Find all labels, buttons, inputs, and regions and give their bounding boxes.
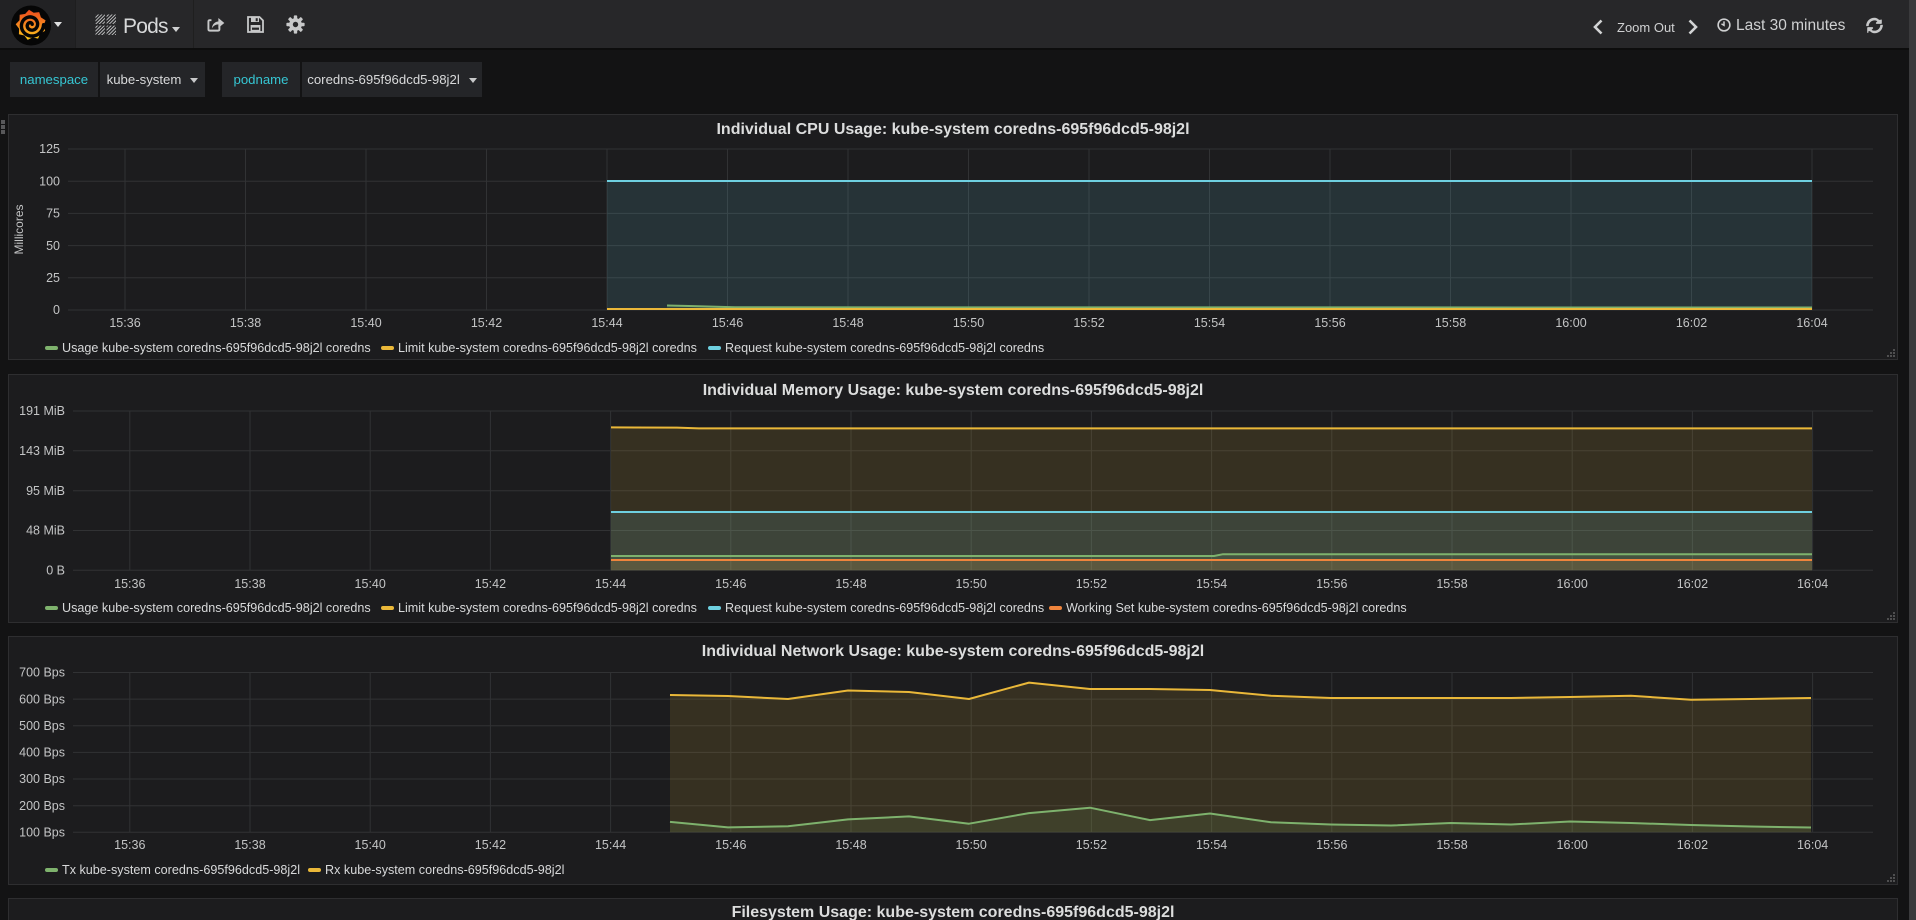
svg-text:16:04: 16:04 <box>1796 316 1827 330</box>
svg-text:0 B: 0 B <box>46 564 65 578</box>
svg-text:15:44: 15:44 <box>595 577 626 591</box>
svg-text:15:38: 15:38 <box>234 577 265 591</box>
svg-text:15:44: 15:44 <box>591 316 622 330</box>
svg-text:15:40: 15:40 <box>355 577 386 591</box>
svg-text:15:38: 15:38 <box>234 838 265 852</box>
svg-text:15:52: 15:52 <box>1076 838 1107 852</box>
svg-text:700 Bps: 700 Bps <box>19 666 65 680</box>
svg-text:15:54: 15:54 <box>1196 577 1227 591</box>
svg-text:75: 75 <box>46 207 60 221</box>
svg-text:15:58: 15:58 <box>1436 838 1467 852</box>
svg-text:15:42: 15:42 <box>475 838 506 852</box>
svg-text:15:44: 15:44 <box>595 838 626 852</box>
svg-text:15:46: 15:46 <box>715 577 746 591</box>
svg-text:15:48: 15:48 <box>832 316 863 330</box>
svg-text:16:02: 16:02 <box>1677 838 1708 852</box>
svg-text:16:00: 16:00 <box>1557 577 1588 591</box>
svg-text:15:56: 15:56 <box>1314 316 1345 330</box>
svg-text:15:54: 15:54 <box>1194 316 1225 330</box>
svg-text:0: 0 <box>53 303 60 317</box>
svg-text:16:02: 16:02 <box>1676 316 1707 330</box>
svg-text:25: 25 <box>46 271 60 285</box>
svg-text:15:50: 15:50 <box>956 577 987 591</box>
svg-text:48 MiB: 48 MiB <box>26 524 65 538</box>
svg-text:15:46: 15:46 <box>712 316 743 330</box>
svg-text:16:04: 16:04 <box>1797 838 1828 852</box>
svg-text:100: 100 <box>39 174 60 188</box>
svg-text:16:04: 16:04 <box>1797 577 1828 591</box>
svg-text:200 Bps: 200 Bps <box>19 799 65 813</box>
svg-text:15:56: 15:56 <box>1316 577 1347 591</box>
svg-text:191 MiB: 191 MiB <box>19 404 65 418</box>
svg-text:16:00: 16:00 <box>1557 838 1588 852</box>
svg-text:15:36: 15:36 <box>114 577 145 591</box>
svg-text:15:40: 15:40 <box>350 316 381 330</box>
svg-text:500 Bps: 500 Bps <box>19 719 65 733</box>
svg-text:15:52: 15:52 <box>1076 577 1107 591</box>
svg-text:600 Bps: 600 Bps <box>19 692 65 706</box>
svg-text:15:38: 15:38 <box>230 316 261 330</box>
svg-text:15:58: 15:58 <box>1435 316 1466 330</box>
svg-text:15:58: 15:58 <box>1436 577 1467 591</box>
svg-text:15:36: 15:36 <box>114 838 145 852</box>
svg-text:15:46: 15:46 <box>715 838 746 852</box>
svg-text:16:02: 16:02 <box>1677 577 1708 591</box>
svg-text:15:48: 15:48 <box>835 577 866 591</box>
svg-text:143 MiB: 143 MiB <box>19 444 65 458</box>
svg-text:125: 125 <box>39 142 60 156</box>
svg-text:15:48: 15:48 <box>835 838 866 852</box>
svg-text:100 Bps: 100 Bps <box>19 826 65 840</box>
svg-text:15:42: 15:42 <box>471 316 502 330</box>
svg-text:50: 50 <box>46 239 60 253</box>
svg-text:15:56: 15:56 <box>1316 838 1347 852</box>
svg-text:15:54: 15:54 <box>1196 838 1227 852</box>
svg-text:16:00: 16:00 <box>1555 316 1586 330</box>
svg-text:15:42: 15:42 <box>475 577 506 591</box>
svg-text:15:50: 15:50 <box>953 316 984 330</box>
svg-text:15:40: 15:40 <box>355 838 386 852</box>
svg-text:15:52: 15:52 <box>1073 316 1104 330</box>
svg-text:300 Bps: 300 Bps <box>19 772 65 786</box>
svg-text:400 Bps: 400 Bps <box>19 746 65 760</box>
svg-text:95 MiB: 95 MiB <box>26 484 65 498</box>
svg-text:15:36: 15:36 <box>109 316 140 330</box>
svg-text:Millicores: Millicores <box>12 204 26 254</box>
svg-text:15:50: 15:50 <box>956 838 987 852</box>
